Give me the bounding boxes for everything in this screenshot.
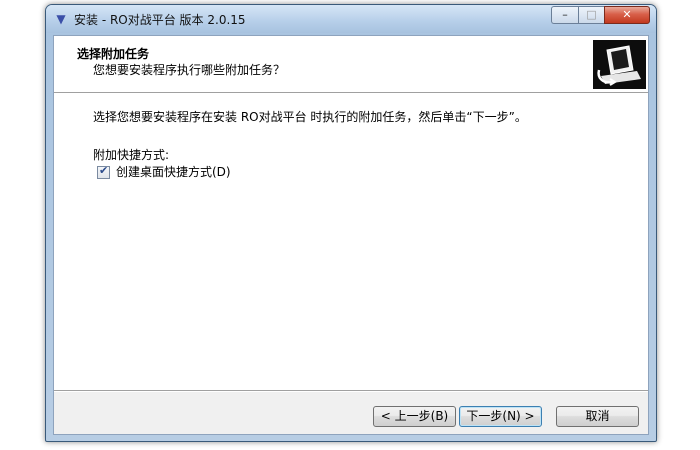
window-title: 安装 - RO对战平台 版本 2.0.15 xyxy=(74,13,246,27)
page-title: 选择附加任务 xyxy=(77,47,150,61)
footer-divider xyxy=(54,390,648,392)
installer-computer-icon xyxy=(593,40,646,89)
caption-buttons: – □ ✕ xyxy=(551,6,650,25)
checkmark-icon: ✔ xyxy=(99,164,109,177)
wizard-client-area: 选择附加任务 您想要安装程序执行哪些附加任务？ 选择您想要安装程序在安装 RO对… xyxy=(53,35,649,435)
installer-window: ▼ 安装 - RO对战平台 版本 2.0.15 – □ ✕ 选择附加任务 您想要… xyxy=(45,4,657,442)
shortcut-group-label: 附加快捷方式: xyxy=(93,148,170,162)
desktop-shortcut-checkbox[interactable]: ✔ xyxy=(97,164,110,179)
close-button[interactable]: ✕ xyxy=(604,6,650,24)
maximize-button[interactable]: □ xyxy=(578,6,604,24)
title-bar[interactable]: ▼ 安装 - RO对战平台 版本 2.0.15 – □ ✕ xyxy=(46,5,656,33)
task-desktop-shortcut[interactable]: ✔ 创建桌面快捷方式(D) xyxy=(97,164,231,180)
wizard-main-panel: 选择您想要安装程序在安装 RO对战平台 时执行的附加任务，然后单击“下一步”。 … xyxy=(54,94,648,390)
wizard-header: 选择附加任务 您想要安装程序执行哪些附加任务？ xyxy=(54,36,648,92)
app-menu-icon[interactable]: ▼ xyxy=(54,12,68,26)
next-button[interactable]: 下一步(N) > xyxy=(459,406,542,427)
cancel-button[interactable]: 取消 xyxy=(556,406,639,427)
page-description: 您想要安装程序执行哪些附加任务？ xyxy=(93,63,286,77)
minimize-button[interactable]: – xyxy=(551,6,578,24)
back-button[interactable]: < 上一步(B) xyxy=(373,406,456,427)
desktop-shortcut-label[interactable]: 创建桌面快捷方式(D) xyxy=(116,164,231,180)
instruction-text: 选择您想要安装程序在安装 RO对战平台 时执行的附加任务，然后单击“下一步”。 xyxy=(93,110,527,124)
